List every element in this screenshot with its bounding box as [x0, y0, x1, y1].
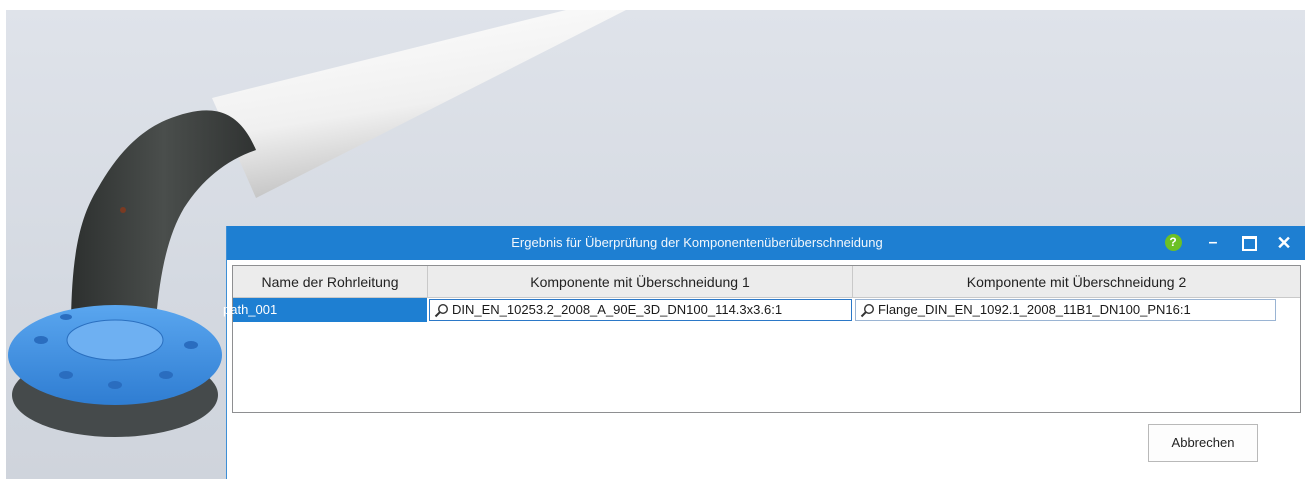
results-table[interactable]: Name der Rohrleitung Komponente mit Über… [223, 265, 1301, 413]
cancel-button[interactable]: Abbrechen [1148, 424, 1258, 462]
component-2-text: Flange_DIN_EN_1092.1_2008_11B1_DN100_PN1… [878, 302, 1191, 317]
bolt-hole [159, 371, 173, 379]
flange-hub [66, 319, 164, 361]
close-button[interactable]: ✕ [1273, 232, 1295, 254]
bolt-hole [34, 336, 48, 344]
magnifier-icon [860, 303, 875, 318]
minimize-button[interactable]: – [1202, 232, 1224, 254]
elbow-rust-mark [120, 207, 126, 213]
bolt-hole [108, 381, 122, 389]
column-header-pipe-name[interactable]: Name der Rohrleitung [233, 266, 428, 298]
maximize-icon [1241, 236, 1257, 251]
bolt-hole [59, 371, 73, 379]
help-icon: ? [1164, 234, 1182, 251]
column-header-component-2[interactable]: Komponente mit Überschneidung 2 [853, 266, 1300, 298]
magnifier-icon [434, 303, 449, 318]
straight-pipe[interactable] [212, 10, 626, 198]
component-1-text: DIN_EN_10253.2_2008_A_90E_3D_DN100_114.3… [452, 302, 783, 317]
bolt-hole [184, 341, 198, 349]
dialog-titlebar[interactable]: Ergebnis für Überprüfung der Komponenten… [227, 226, 1305, 260]
dialog-title: Ergebnis für Überprüfung der Komponenten… [511, 235, 883, 250]
close-icon: ✕ [1276, 233, 1292, 253]
component-1-link[interactable]: DIN_EN_10253.2_2008_A_90E_3D_DN100_114.3… [429, 299, 852, 321]
interference-result-dialog: Ergebnis für Überprüfung der Komponenten… [223, 226, 1305, 479]
minimize-icon: – [1208, 234, 1218, 251]
help-button[interactable]: ? [1162, 232, 1184, 254]
column-header-component-1[interactable]: Komponente mit Überschneidung 1 [428, 266, 853, 298]
table-row[interactable]: path_001 DIN_EN_10253.2_2008_A_90E_3D_DN… [223, 298, 1300, 322]
component-2-link[interactable]: Flange_DIN_EN_1092.1_2008_11B1_DN100_PN1… [855, 299, 1276, 321]
pipe-name-cell[interactable]: path_001 [223, 298, 427, 322]
maximize-button[interactable] [1238, 232, 1260, 254]
bolt-hole [60, 314, 72, 320]
